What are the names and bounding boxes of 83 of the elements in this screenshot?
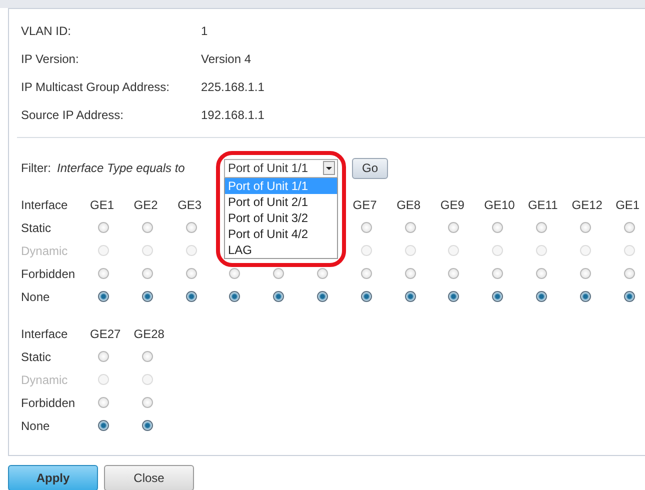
- radio-button[interactable]: [492, 291, 504, 302]
- port-header: GE27: [90, 326, 122, 340]
- radio-button[interactable]: [404, 291, 416, 302]
- radio-button[interactable]: [360, 222, 372, 233]
- port-header: GE7: [352, 198, 378, 212]
- port-header: GE1: [616, 198, 641, 212]
- radio-button[interactable]: [142, 268, 153, 279]
- radio-button[interactable]: [98, 397, 109, 408]
- interface-type-dropdown[interactable]: Port of Unit 1/1: [224, 158, 338, 178]
- row-label: None: [21, 290, 51, 304]
- row-label: Dynamic: [21, 244, 69, 258]
- radio-button[interactable]: [142, 420, 153, 431]
- radio-button[interactable]: [186, 291, 197, 302]
- radio-button[interactable]: [624, 268, 635, 279]
- field-value: Version 4: [201, 51, 252, 67]
- column-header: Interface: [21, 326, 69, 340]
- radio-button[interactable]: [142, 351, 153, 362]
- port-header: GE3: [178, 198, 203, 212]
- port-header: GE9: [440, 198, 466, 212]
- radio-button[interactable]: [229, 291, 240, 302]
- radio-button[interactable]: [316, 268, 328, 279]
- radio-button[interactable]: [98, 291, 109, 302]
- port-header: GE2: [134, 198, 159, 212]
- port-header: GE8: [396, 198, 422, 212]
- radio-button[interactable]: [536, 291, 547, 302]
- radio-button[interactable]: [98, 420, 109, 431]
- dropdown-option[interactable]: Port of Unit 4/2: [225, 226, 337, 242]
- column-header: Interface: [21, 198, 69, 212]
- port-header: GE10: [484, 198, 516, 212]
- row-label: Static: [21, 350, 52, 364]
- field-value: 225.168.1.1: [201, 79, 266, 95]
- filter-label: Filter:: [21, 161, 51, 175]
- radio-button[interactable]: [536, 268, 547, 279]
- apply-button[interactable]: Apply: [8, 465, 98, 490]
- radio-button[interactable]: [536, 222, 547, 233]
- filter-condition: Interface Type equals to: [57, 161, 186, 175]
- field-label: Source IP Address:: [21, 107, 125, 123]
- field-label: VLAN ID:: [21, 23, 72, 39]
- radio-button[interactable]: [186, 222, 197, 233]
- field-value: 1: [201, 23, 209, 39]
- port-header: GE12: [572, 198, 604, 212]
- row-label: Forbidden: [21, 396, 76, 410]
- radio-button[interactable]: [404, 268, 416, 279]
- row-label: Static: [21, 220, 52, 234]
- radio-button[interactable]: [186, 268, 197, 279]
- go-button[interactable]: Go: [352, 158, 388, 178]
- radio-button[interactable]: [273, 268, 284, 279]
- radio-button[interactable]: [360, 291, 372, 302]
- radio-button[interactable]: [142, 222, 153, 233]
- row-label: Dynamic: [21, 372, 69, 386]
- dropdown-option[interactable]: LAG: [225, 242, 337, 258]
- radio-button[interactable]: [448, 291, 460, 302]
- radio-button[interactable]: [273, 291, 284, 302]
- radio-button[interactable]: [492, 268, 504, 279]
- close-button[interactable]: Close: [104, 465, 194, 490]
- port-header: GE28: [134, 326, 166, 340]
- dropdown-option[interactable]: Port of Unit 2/1: [225, 194, 337, 210]
- radio-button[interactable]: [448, 222, 460, 233]
- radio-button[interactable]: [142, 291, 153, 302]
- radio-button[interactable]: [316, 291, 328, 302]
- dropdown-option[interactable]: Port of Unit 3/2: [225, 210, 337, 226]
- field-value: 192.168.1.1: [201, 107, 266, 123]
- radio-button[interactable]: [98, 351, 109, 362]
- radio-button[interactable]: [229, 268, 240, 279]
- radio-button[interactable]: [624, 291, 635, 302]
- port-header: GE11: [528, 198, 559, 212]
- port-header: GE1: [90, 198, 116, 212]
- radio-button[interactable]: [624, 222, 635, 233]
- radio-button[interactable]: [142, 397, 153, 408]
- row-label: None: [21, 418, 51, 432]
- dropdown-caret-icon: [323, 161, 335, 175]
- radio-button[interactable]: [580, 222, 591, 233]
- field-label: IP Version:: [21, 51, 80, 67]
- radio-button[interactable]: [492, 222, 504, 233]
- radio-button[interactable]: [360, 268, 372, 279]
- radio-button[interactable]: [404, 222, 416, 233]
- radio-button[interactable]: [98, 222, 109, 233]
- radio-button[interactable]: [580, 268, 591, 279]
- radio-button[interactable]: [448, 268, 460, 279]
- radio-button[interactable]: [580, 291, 591, 302]
- field-label: IP Multicast Group Address:: [21, 79, 171, 95]
- radio-button[interactable]: [98, 268, 109, 279]
- row-label: Forbidden: [21, 266, 76, 280]
